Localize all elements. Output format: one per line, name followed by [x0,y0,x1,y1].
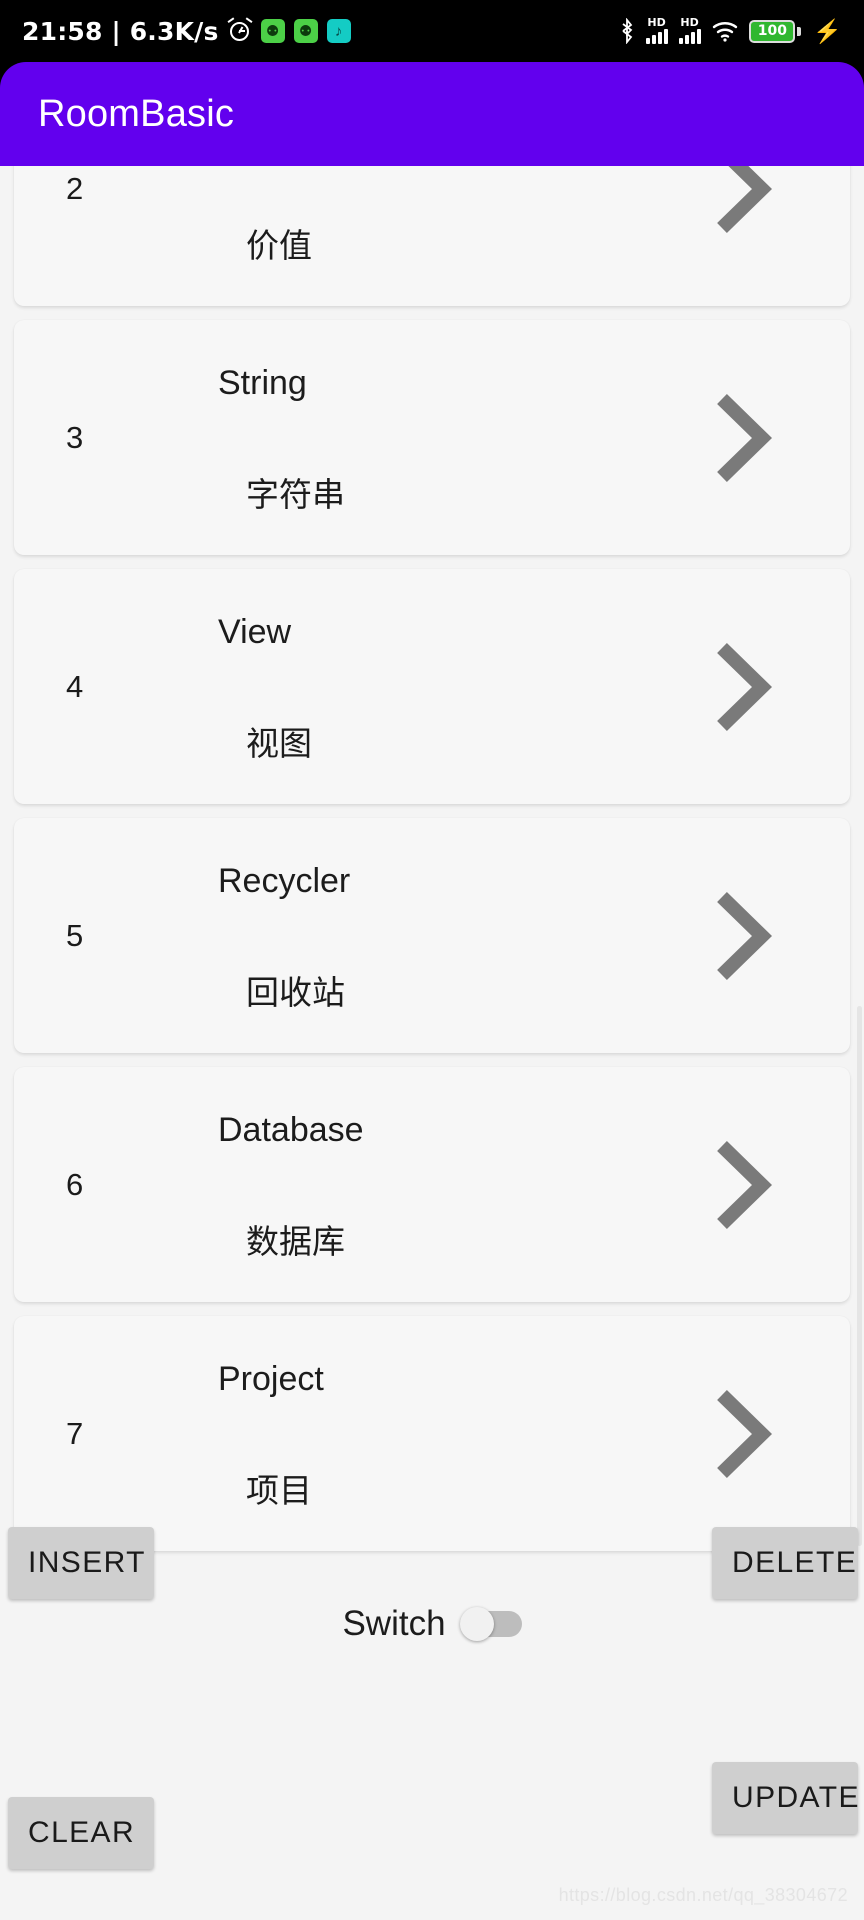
wifi-icon [712,20,738,42]
status-bar-left: 21:58 | 6.3K/s ⚉ ⚉ ♪ [22,17,351,46]
list-item-number: 6 [66,1166,84,1202]
list-scrollbar[interactable] [857,1006,862,1546]
android-app-icon-1: ⚉ [260,19,285,43]
sim2-hd-label: HD [680,16,699,29]
clear-button[interactable]: CLEAR [8,1797,154,1869]
list-item-title-cn: 数据库 [246,1222,345,1261]
signal-sim1-icon: HD [646,16,669,44]
list-item-title-cn: 价值 [246,226,312,265]
alarm-clock-icon [227,17,253,43]
list-item-title-en: Recycler [218,862,351,900]
switch-label: Switch [342,1604,446,1643]
item-list[interactable]: Value2价值String3字符串View4视图Recycler5回收站Dat… [0,166,864,1559]
android-app-icon-2: ⚉ [293,19,318,43]
list-item-title-en: Project [218,1360,324,1398]
list-item[interactable]: Project 7 项目 [14,1316,850,1551]
watermark-text: https://blog.csdn.net/qq_38304672 [558,1885,848,1905]
sim1-hd-label: HD [647,16,666,29]
battery-level-label: 100 [757,23,787,39]
list-item-title-en: Database [218,1111,364,1149]
list-item-title-cn: 项目 [246,1471,312,1510]
switch-thumb [459,1607,494,1641]
list-item-title-cn: 回收站 [246,973,345,1012]
chevron-right-icon[interactable] [714,640,772,734]
signal-sim2-icon: HD [679,16,702,44]
chevron-right-icon[interactable] [714,391,772,485]
app-bar: RoomBasic [0,62,864,166]
list-item[interactable]: Database 6 数据库 [14,1067,850,1302]
list-item[interactable]: Recycler 5 回收站 [14,818,850,1053]
list-item[interactable]: String 3 字符串 [14,320,850,555]
charging-bolt-icon: ⚡ [813,17,842,44]
music-app-icon: ♪ [326,19,351,43]
status-bar-right: HD HD 100 ⚡ [619,16,842,44]
switch-row: Switch [0,1604,864,1644]
list-item[interactable]: Value2价值 [14,166,850,306]
insert-button[interactable]: INSERT [8,1527,154,1599]
list-item-title-en: String [218,364,307,402]
content-area: Value2价值String3字符串View4视图Recycler5回收站Dat… [0,166,864,1920]
status-bar: 21:58 | 6.3K/s ⚉ ⚉ ♪ HD HD 100 ⚡ [0,0,864,62]
list-item[interactable]: View 4 视图 [14,569,850,804]
list-item-number: 5 [66,917,84,953]
chevron-right-icon[interactable] [714,1387,772,1481]
list-item-title-en: View [218,613,292,651]
status-clock: 21:58 | 6.3K/s [22,16,219,46]
battery-icon: 100 [749,19,802,43]
list-item-title-cn: 视图 [246,724,312,763]
list-item-number: 4 [66,668,84,704]
switch-toggle[interactable] [459,1607,522,1641]
chevron-right-icon[interactable] [714,166,772,236]
list-item-title-cn: 字符串 [246,475,345,514]
chevron-right-icon[interactable] [714,889,772,983]
update-button[interactable]: UPDATE [712,1762,858,1834]
bluetooth-icon [619,18,635,44]
list-item-number: 3 [66,419,84,455]
app-title: RoomBasic [38,92,235,135]
delete-button[interactable]: DELETE [712,1527,858,1599]
list-item-number: 7 [66,1415,84,1451]
chevron-right-icon[interactable] [714,1138,772,1232]
list-item-number: 2 [66,170,84,206]
